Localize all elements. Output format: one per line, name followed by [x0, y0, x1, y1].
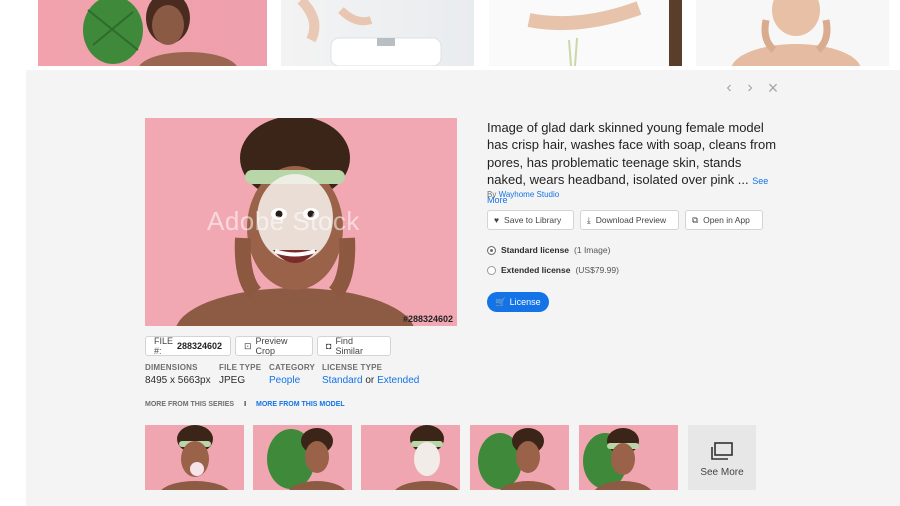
close-icon[interactable]: ×	[765, 79, 781, 97]
license-type-value: Standard or Extended	[322, 375, 419, 386]
dimensions-label: DIMENSIONS	[145, 363, 198, 372]
standard-license-link[interactable]: Standard	[322, 375, 363, 386]
cart-icon: 🛒	[495, 296, 507, 307]
heart-icon: ♥	[494, 215, 500, 225]
watermark: Adobe Stock	[207, 206, 360, 236]
file-type-label: FILE TYPE	[219, 363, 262, 372]
result-thumbnail[interactable]	[696, 0, 889, 66]
series-thumbnail[interactable]	[470, 425, 569, 490]
category-label: CATEGORY	[269, 363, 316, 372]
extended-license-option[interactable]: Extended license (US$79.99)	[487, 265, 619, 275]
main-preview-image[interactable]: Adobe Stock #288324602	[145, 118, 457, 326]
license-button-label: License	[509, 297, 541, 307]
extended-license-link[interactable]: Extended	[377, 375, 419, 386]
download-preview-button[interactable]: ⤓ Download Preview	[580, 210, 679, 230]
series-thumbnail[interactable]	[145, 425, 244, 490]
download-preview-label: Download Preview	[595, 215, 667, 225]
byline: By Wayhome Studio	[487, 190, 559, 199]
result-thumbnail[interactable]	[38, 0, 267, 66]
find-similar-button[interactable]: ◘ Find Similar	[317, 336, 391, 356]
file-number-chip: FILE #: 288324602	[145, 336, 231, 356]
preview-crop-button[interactable]: ⊡ Preview Crop	[235, 336, 313, 356]
next-icon[interactable]: ›	[742, 80, 758, 96]
series-thumbnail[interactable]	[253, 425, 352, 490]
woman-touching-face-image	[731, 0, 861, 66]
tab-more-from-model[interactable]: MORE FROM THIS MODEL	[256, 401, 345, 408]
radio-selected-icon[interactable]	[487, 245, 496, 255]
file-type-value: JPEG	[219, 375, 246, 386]
model-with-leaf-image	[478, 428, 557, 490]
preview-crop-label: Preview Crop	[255, 336, 288, 356]
model-with-leaf-image	[583, 428, 652, 490]
category-link[interactable]: People	[269, 375, 300, 386]
find-similar-label: Find Similar	[335, 336, 363, 356]
see-more-label: See More	[700, 467, 744, 478]
radio-unselected-icon[interactable]	[487, 265, 496, 275]
open-in-app-label: Open in App	[703, 215, 750, 225]
series-thumbnail[interactable]	[579, 425, 678, 490]
hands-at-sink-image	[297, 0, 442, 66]
tab-more-from-series[interactable]: MORE FROM THIS SERIES	[145, 401, 234, 408]
save-to-library-label: Save to Library	[504, 215, 562, 225]
result-thumbnail[interactable]	[489, 0, 682, 66]
standard-license-label: Standard license	[501, 245, 570, 255]
extended-license-label: Extended license	[501, 265, 571, 275]
previous-icon[interactable]: ‹	[721, 80, 737, 96]
stack-icon	[711, 442, 733, 460]
license-button[interactable]: 🛒 License	[487, 292, 549, 312]
standard-license-option[interactable]: Standard license (1 Image)	[487, 245, 610, 255]
standard-license-note: (1 Image)	[574, 245, 611, 255]
license-type-label: LICENSE TYPE	[322, 363, 383, 372]
tab-divider: I	[244, 401, 247, 408]
model-with-leaf-image	[267, 428, 346, 490]
extended-license-note: (US$79.99)	[575, 265, 619, 275]
see-more-tile[interactable]: See More	[688, 425, 756, 490]
woman-with-palm-leaf-image	[83, 0, 237, 66]
series-tabs: MORE FROM THIS SERIES I MORE FROM THIS M…	[145, 401, 345, 408]
author-link[interactable]: Wayhome Studio	[499, 190, 560, 199]
model-foam-face-image	[395, 425, 459, 490]
file-number-overlay: #288324602	[402, 314, 453, 324]
file-number-value: 288324602	[177, 341, 223, 351]
camera-icon: ◘	[326, 341, 332, 351]
hands-with-water-image	[527, 0, 682, 66]
crop-icon: ⊡	[244, 340, 252, 351]
series-thumbnail[interactable]	[361, 425, 460, 490]
license-or-text: or	[365, 375, 375, 386]
save-to-library-button[interactable]: ♥ Save to Library	[487, 210, 574, 230]
byline-prefix: By	[487, 190, 497, 199]
search-results-strip	[0, 0, 900, 70]
dimensions-value: 8495 x 5663px	[145, 375, 211, 386]
download-icon: ⤓	[587, 214, 591, 225]
model-with-sponge-image	[161, 425, 229, 490]
file-number-label: FILE #:	[154, 336, 174, 356]
result-thumbnail[interactable]	[281, 0, 474, 66]
open-external-icon: ⧉	[692, 214, 699, 225]
image-title-text: Image of glad dark skinned young female …	[487, 120, 777, 187]
open-in-app-button[interactable]: ⧉ Open in App	[685, 210, 763, 230]
